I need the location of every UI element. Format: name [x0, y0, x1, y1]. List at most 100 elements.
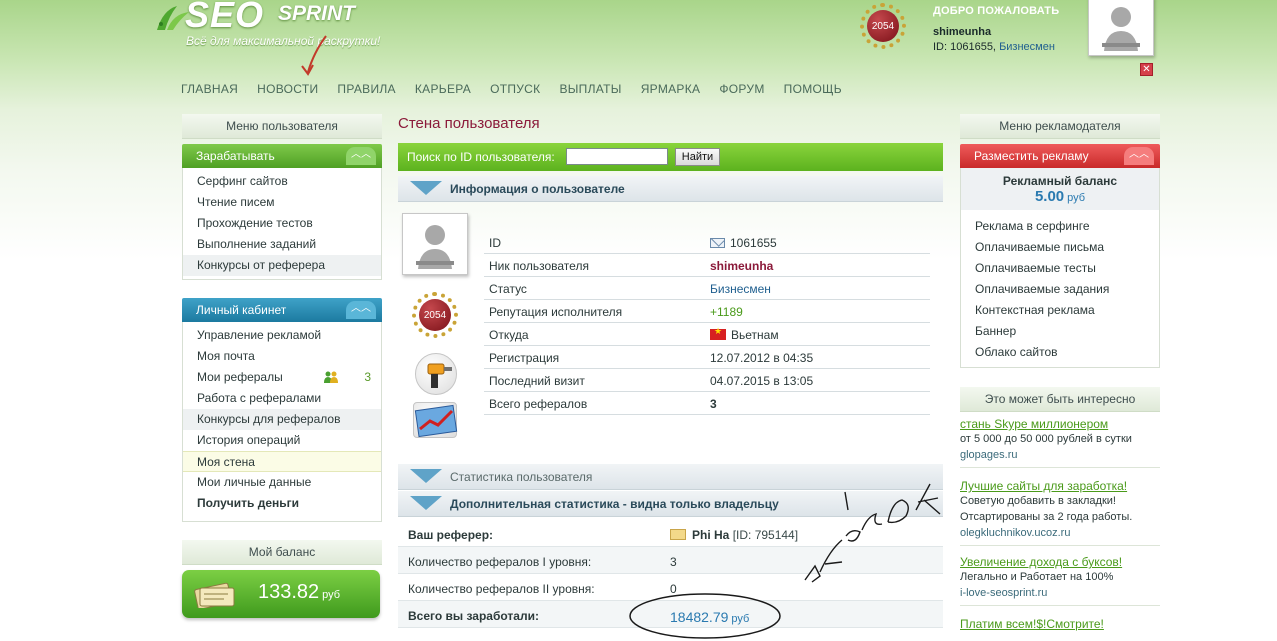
info-key: Ник пользователя: [489, 259, 589, 273]
menu-item-surf-ads[interactable]: Реклама в серфинге: [961, 216, 1159, 237]
info-key: Статус: [489, 282, 527, 296]
nav-forum[interactable]: ФОРУМ: [719, 82, 764, 96]
wallet-money-icon: [194, 582, 235, 608]
menu-item-tests[interactable]: Прохождение тестов: [183, 213, 381, 234]
nav-fair[interactable]: ЯРМАРКА: [641, 82, 701, 96]
ad-title-link[interactable]: Увеличение дохода с буксов!: [960, 555, 1160, 569]
header-status-link[interactable]: Бизнесмен: [999, 41, 1055, 53]
logo-sprint-text: SPRINT: [278, 2, 356, 25]
menu-item-tasks[interactable]: Выполнение заданий: [183, 234, 381, 255]
country-name: Вьетнам: [731, 328, 779, 342]
status-value[interactable]: Бизнесмен: [710, 282, 771, 296]
earned-amount: 18482.79: [670, 609, 729, 625]
menu-item-surfing[interactable]: Серфинг сайтов: [183, 171, 381, 192]
annotation-arrow-icon: [301, 35, 327, 76]
logout-close-icon[interactable]: ✕: [1140, 63, 1153, 76]
extra-stats-table: Ваш реферер: Phi Ha [ID: 795144] Количес…: [398, 520, 943, 628]
collapse-chevron-icon[interactable]: ︿︿: [1124, 147, 1154, 165]
menu-item-referral-contests[interactable]: Конкурсы для рефералов: [183, 409, 381, 430]
user-info-section-header[interactable]: Информация о пользователе: [398, 176, 943, 202]
nav-career[interactable]: КАРЬЕРА: [415, 82, 471, 96]
info-key: Репутация исполнителя: [489, 305, 623, 319]
collapse-chevron-icon[interactable]: ︿︿: [346, 147, 376, 165]
menu-item-my-mail[interactable]: Моя почта: [183, 346, 381, 367]
earn-menu-header[interactable]: Зарабатывать ︿︿: [182, 144, 382, 168]
growth-chart-icon: [413, 402, 458, 438]
menu-item-site-cloud[interactable]: Облако сайтов: [961, 342, 1159, 363]
ad-title-link[interactable]: стань Skype миллионером: [960, 417, 1160, 431]
place-ad-title: Разместить рекламу: [974, 149, 1089, 163]
nav-vacation[interactable]: ОТПУСК: [490, 82, 540, 96]
ad-text: Легально и Работает на 100%: [960, 571, 1114, 583]
place-ad-menu-header[interactable]: Разместить рекламу ︿︿: [960, 144, 1160, 168]
chart-arrow-icon: [414, 404, 458, 438]
nav-payouts[interactable]: ВЫПЛАТЫ: [559, 82, 621, 96]
header-avatar[interactable]: [1088, 0, 1154, 56]
last-visit-value: 04.07.2015 в 13:05: [710, 374, 814, 388]
info-key: Регистрация: [489, 351, 560, 365]
menu-item-referrer-contests[interactable]: Конкурсы от реферера: [183, 255, 381, 276]
info-row-nick: Ник пользователя shimeunha: [484, 254, 930, 277]
menu-item-my-wall[interactable]: Моя стена: [183, 451, 381, 472]
letter-icon[interactable]: [670, 529, 686, 540]
site-logo[interactable]: SEO SPRINT Всё для максимальной раскрутк…: [155, 0, 415, 54]
menu-item-paid-tests[interactable]: Оплачиваемые тесты: [961, 258, 1159, 279]
info-key: Последний визит: [489, 374, 585, 388]
referrer-id: [ID: 795144]: [732, 528, 799, 542]
info-row-referrals: Всего рефералов 3: [484, 392, 930, 415]
ad-url[interactable]: olegkluchnikov.ucoz.ru: [960, 525, 1160, 541]
header-username[interactable]: shimeunha: [933, 26, 1059, 38]
my-balance-button[interactable]: 133.82 руб: [182, 570, 380, 618]
vietnam-flag-icon: [710, 326, 726, 340]
menu-item-banner[interactable]: Баннер: [961, 321, 1159, 342]
rating-medal-icon: 2054: [860, 3, 906, 49]
my-balance-value: 133.82 руб: [258, 581, 340, 604]
search-id-input[interactable]: [566, 148, 668, 165]
cabinet-menu-title: Личный кабинет: [196, 303, 287, 317]
my-referrals-label: Мои рефералы: [197, 370, 283, 384]
earned-unit: руб: [731, 613, 750, 625]
profile-medal-value: 2054: [419, 299, 451, 331]
welcome-block: ДОБРО ПОЖАЛОВАТЬ shimeunha ID: 1061655, …: [933, 5, 1059, 53]
menu-item-paid-tasks[interactable]: Оплачиваемые задания: [961, 279, 1159, 300]
top-navigation: ГЛАВНАЯ НОВОСТИ ПРАВИЛА КАРЬЕРА ОТПУСК В…: [181, 82, 861, 96]
menu-item-reading-mail[interactable]: Чтение писем: [183, 192, 381, 213]
user-stats-section-title: Статистика пользователя: [450, 470, 593, 484]
registration-value: 12.07.2012 в 04:35: [710, 351, 814, 365]
menu-item-paid-letters[interactable]: Оплачиваемые письма: [961, 237, 1159, 258]
menu-item-withdraw[interactable]: Получить деньги: [183, 493, 381, 514]
earn-menu: Серфинг сайтов Чтение писем Прохождение …: [182, 168, 382, 280]
user-silhouette-icon: [416, 225, 454, 269]
ad-balance-value: 5.00 руб: [961, 188, 1159, 205]
logo-seo-text: SEO: [185, 0, 265, 35]
ad-url[interactable]: glopages.ru: [960, 447, 1160, 463]
user-info-section-title: Информация о пользователе: [450, 182, 625, 196]
expand-triangle-icon: [410, 469, 442, 483]
user-stats-section-header[interactable]: Статистика пользователя: [398, 464, 943, 490]
interesting-title: Это может быть интересно: [960, 387, 1160, 412]
balance-title: Мой баланс: [182, 540, 382, 565]
ad-balance-title: Рекламный баланс: [1002, 174, 1118, 188]
ad-title-link[interactable]: Лучшие сайты для заработка!: [960, 479, 1160, 493]
menu-item-context-ads[interactable]: Контекстная реклама: [961, 300, 1159, 321]
ad-title-link[interactable]: Платим всем!$!Смотрите!: [960, 617, 1160, 631]
menu-item-ad-management[interactable]: Управление рекламой: [183, 325, 381, 346]
referrer-name[interactable]: Phi Ha: [692, 528, 729, 542]
extra-stats-section-header[interactable]: Дополнительная статистика - видна только…: [398, 491, 943, 517]
menu-item-operations-history[interactable]: История операций: [183, 430, 381, 451]
nav-rules[interactable]: ПРАВИЛА: [337, 82, 395, 96]
ad-url[interactable]: i-love-seosprint.ru: [960, 585, 1160, 601]
referrals-level2-row: Количество рефералов II уровня: 0: [398, 574, 943, 601]
menu-item-my-referrals[interactable]: Мои рефералы 3: [183, 367, 381, 388]
nav-news[interactable]: НОВОСТИ: [257, 82, 318, 96]
mail-envelope-icon[interactable]: [710, 238, 725, 248]
menu-item-personal-data[interactable]: Мои личные данные: [183, 472, 381, 493]
balance-amount: 133.82: [258, 581, 320, 603]
nav-help[interactable]: ПОМОЩЬ: [784, 82, 842, 96]
menu-item-referral-work[interactable]: Работа с рефералами: [183, 388, 381, 409]
cabinet-menu-header[interactable]: Личный кабинет ︿︿: [182, 298, 382, 322]
nav-home[interactable]: ГЛАВНАЯ: [181, 82, 238, 96]
search-button[interactable]: Найти: [675, 148, 720, 166]
ad-item: стань Skype миллионером от 5 000 до 50 0…: [960, 417, 1160, 468]
collapse-chevron-icon[interactable]: ︿︿: [346, 301, 376, 319]
